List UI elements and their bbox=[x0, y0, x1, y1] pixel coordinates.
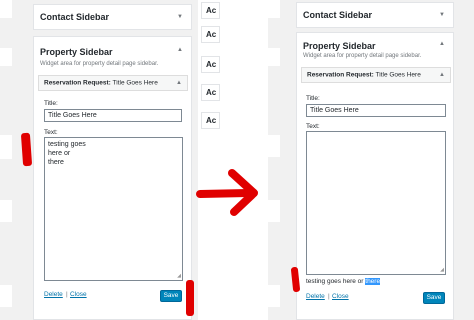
widget-item-label: Ac bbox=[206, 116, 217, 125]
title-input[interactable]: Title Goes Here bbox=[44, 109, 182, 122]
textarea-content: testing goes here or there bbox=[48, 141, 86, 166]
property-sidebar-title: Property Sidebar bbox=[303, 41, 376, 51]
contact-sidebar-header[interactable]: Contact Sidebar ▼ bbox=[296, 2, 454, 28]
side-strip bbox=[268, 135, 280, 157]
side-strip bbox=[0, 200, 12, 222]
contact-sidebar-header[interactable]: Contact Sidebar ▼ bbox=[33, 4, 192, 30]
close-link[interactable]: Close bbox=[332, 293, 349, 300]
side-strip bbox=[0, 48, 12, 66]
text-preview: testing goes here or there bbox=[306, 278, 381, 285]
property-sidebar-panel: Property Sidebar ▲ Widget area for prope… bbox=[296, 32, 454, 320]
widget-item-label: Ac bbox=[206, 6, 217, 15]
chevron-up-icon[interactable]: ▲ bbox=[439, 72, 445, 78]
sidebar-description: Widget area for property detail page sid… bbox=[303, 53, 422, 59]
title-label: Title: bbox=[306, 95, 320, 102]
widget-item[interactable]: Ac bbox=[201, 2, 220, 19]
property-sidebar-title: Property Sidebar bbox=[40, 47, 113, 57]
save-button[interactable]: Save bbox=[423, 292, 445, 304]
delete-link[interactable]: Delete bbox=[306, 293, 325, 300]
left-screenshot: Contact Sidebar ▼ Property Sidebar ▲ Wid… bbox=[0, 0, 198, 320]
contact-sidebar-title: Contact Sidebar bbox=[303, 10, 373, 20]
widget-name: Title Goes Here bbox=[375, 71, 421, 79]
preview-text: testing goes here or bbox=[306, 278, 364, 285]
text-textarea[interactable]: ◢ bbox=[306, 131, 446, 275]
red-annotation-mark bbox=[186, 280, 194, 316]
title-label: Title: bbox=[44, 100, 58, 107]
chevron-up-icon[interactable]: ▲ bbox=[439, 41, 445, 47]
widget-item[interactable]: Ac bbox=[201, 26, 220, 43]
delete-link[interactable]: Delete bbox=[44, 291, 63, 298]
title-input[interactable]: Title Goes Here bbox=[306, 104, 446, 117]
contact-sidebar-title: Contact Sidebar bbox=[40, 12, 110, 22]
side-strip bbox=[268, 285, 280, 307]
red-arrow-icon bbox=[196, 169, 258, 216]
widget-item[interactable]: Ac bbox=[201, 84, 220, 101]
link-separator: | bbox=[66, 291, 68, 298]
widget-item[interactable]: Ac bbox=[201, 112, 220, 129]
resize-handle-icon[interactable]: ◢ bbox=[177, 273, 181, 279]
link-separator: | bbox=[328, 293, 330, 300]
chevron-up-icon[interactable]: ▲ bbox=[176, 80, 182, 86]
widget-item-label: Ac bbox=[206, 30, 217, 39]
save-button[interactable]: Save bbox=[160, 290, 182, 302]
widget-item-label: Ac bbox=[206, 88, 217, 97]
side-strip bbox=[0, 285, 12, 307]
widget-item[interactable]: Ac bbox=[201, 56, 220, 73]
side-strip bbox=[268, 0, 280, 18]
side-strip bbox=[0, 0, 12, 18]
close-link[interactable]: Close bbox=[70, 291, 87, 298]
widget-item-label: Ac bbox=[206, 60, 217, 69]
red-annotation-mark bbox=[20, 132, 33, 167]
side-strip bbox=[0, 135, 12, 159]
property-sidebar-panel: Property Sidebar ▲ Widget area for prope… bbox=[33, 36, 192, 320]
widget-header[interactable]: Reservation Request: Title Goes Here ▲ bbox=[38, 75, 188, 91]
sidebar-description: Widget area for property detail page sid… bbox=[40, 61, 159, 67]
chevron-down-icon[interactable]: ▼ bbox=[439, 12, 445, 18]
widget-prefix: Reservation Request: bbox=[307, 71, 374, 79]
text-label: Text: bbox=[306, 123, 320, 130]
widget-name: Title Goes Here bbox=[112, 79, 158, 87]
widget-prefix: Reservation Request: bbox=[44, 79, 111, 87]
preview-selected-text: there bbox=[365, 278, 381, 285]
right-screenshot: Contact Sidebar ▼ Property Sidebar ▲ Wid… bbox=[268, 0, 474, 320]
resize-handle-icon[interactable]: ◢ bbox=[440, 267, 444, 273]
text-textarea[interactable]: testing goes here or there ◢ bbox=[44, 137, 183, 281]
chevron-down-icon[interactable]: ▼ bbox=[177, 14, 183, 20]
side-strip bbox=[268, 200, 280, 222]
middle-column: Ac Ac Ac Ac Ac bbox=[198, 0, 220, 320]
side-strip bbox=[268, 48, 280, 66]
text-label: Text: bbox=[44, 129, 58, 136]
chevron-up-icon[interactable]: ▲ bbox=[177, 47, 183, 53]
widget-header[interactable]: Reservation Request: Title Goes Here ▲ bbox=[301, 67, 451, 83]
